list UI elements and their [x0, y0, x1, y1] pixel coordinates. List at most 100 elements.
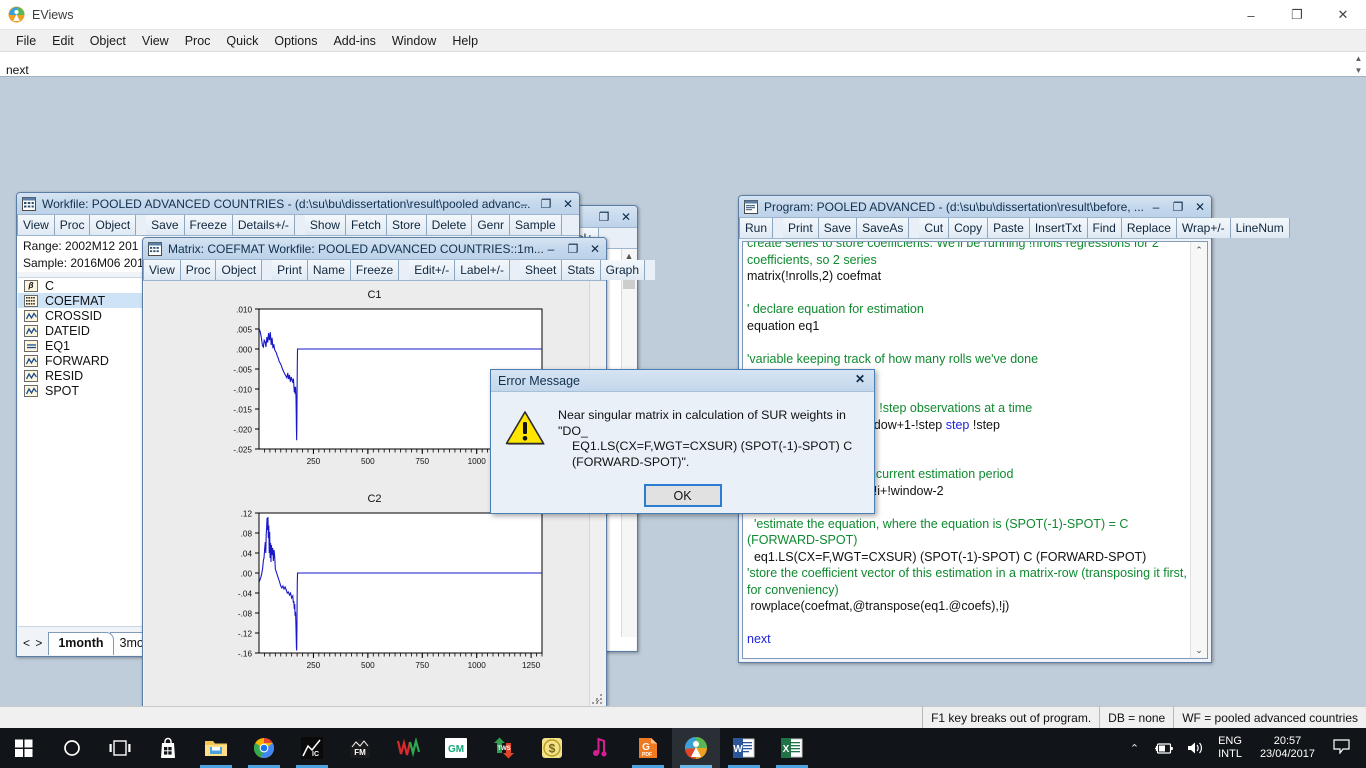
eviews-taskbar-button[interactable]	[672, 728, 720, 768]
matrix-label-button[interactable]: Label+/-	[455, 260, 510, 280]
file-explorer-button[interactable]	[192, 728, 240, 768]
program-minimize-button[interactable]: –	[1149, 196, 1163, 218]
program-scroll-down-icon[interactable]: ⌄	[1191, 642, 1207, 658]
matrix-object-button[interactable]: Object	[216, 260, 262, 280]
matrix-print-button[interactable]: Print	[272, 260, 308, 280]
program-save-button[interactable]: Save	[819, 218, 857, 238]
menu-quick[interactable]: Quick	[218, 32, 266, 50]
menu-help[interactable]: Help	[444, 32, 486, 50]
music-app-button[interactable]	[576, 728, 624, 768]
program-find-button[interactable]: Find	[1088, 218, 1122, 238]
microsoft-store-button[interactable]	[144, 728, 192, 768]
workfile-show-button[interactable]: Show	[305, 215, 346, 235]
workfile-maximize-button[interactable]: ❐	[539, 193, 553, 215]
menu-object[interactable]: Object	[82, 32, 134, 50]
program-replace-button[interactable]: Replace	[1122, 218, 1177, 238]
workfile-close-button[interactable]: ✕	[561, 193, 575, 215]
program-wrap-button[interactable]: Wrap+/-	[1177, 218, 1231, 238]
app-close-button[interactable]: ✕	[1320, 0, 1366, 30]
battery-charging-icon[interactable]	[1148, 742, 1180, 755]
matrix-resize-grip[interactable]	[592, 694, 604, 706]
workfile-object-button[interactable]: Object	[90, 215, 136, 235]
workfile-genr-button[interactable]: Genr	[472, 215, 510, 235]
workfile-delete-button[interactable]: Delete	[427, 215, 473, 235]
workfile-minimize-button[interactable]: –	[517, 193, 531, 215]
workfile-titlebar[interactable]: Workfile: POOLED ADVANCED COUNTRIES - (d…	[17, 193, 579, 215]
program-print-button[interactable]: Print	[783, 218, 819, 238]
speaker-icon[interactable]	[1180, 741, 1210, 755]
svg-text:-.005: -.005	[233, 365, 252, 374]
matrix-close-button[interactable]: ✕	[588, 238, 602, 260]
matrix-stats-button[interactable]: Stats	[562, 260, 600, 280]
workfile-fetch-button[interactable]: Fetch	[346, 215, 387, 235]
tws-app-button[interactable]: TWS	[480, 728, 528, 768]
program-titlebar[interactable]: Program: POOLED ADVANCED - (d:\su\bu\dis…	[739, 196, 1211, 218]
background-maximize-button[interactable]: ❐	[597, 206, 611, 228]
matrix-titlebar[interactable]: Matrix: COEFMAT Workfile: POOLED ADVANCE…	[143, 238, 606, 260]
fm-app-button[interactable]: FM	[336, 728, 384, 768]
matrix-edit-button[interactable]: Edit+/-	[409, 260, 455, 280]
program-maximize-button[interactable]: ❐	[1171, 196, 1185, 218]
g-pdf-app-button[interactable]: G PDF	[624, 728, 672, 768]
toolbar-separator-2	[295, 215, 305, 235]
workfile-save-button[interactable]: Save	[146, 215, 184, 235]
ok-button[interactable]: OK	[644, 484, 722, 507]
workfile-proc-button[interactable]: Proc	[55, 215, 91, 235]
matrix-maximize-button[interactable]: ❐	[566, 238, 580, 260]
google-chrome-button[interactable]	[240, 728, 288, 768]
language-indicator[interactable]: ENG INTL	[1210, 735, 1250, 761]
program-paste-button[interactable]: Paste	[988, 218, 1030, 238]
menu-addins[interactable]: Add-ins	[325, 32, 383, 50]
program-linenum-button[interactable]: LineNum	[1231, 218, 1290, 238]
workfile-freeze-button[interactable]: Freeze	[185, 215, 233, 235]
command-scroll-down-icon[interactable]: ▼	[1352, 65, 1365, 76]
menu-options[interactable]: Options	[266, 32, 325, 50]
task-view-button[interactable]	[96, 728, 144, 768]
chevron-up-icon[interactable]: ⌃	[1121, 742, 1148, 755]
command-scroll-up-icon[interactable]: ▲	[1352, 53, 1365, 64]
gm-app-button[interactable]: GM	[432, 728, 480, 768]
matrix-name-button[interactable]: Name	[308, 260, 351, 280]
matrix-window-controls: – ❐ ✕	[544, 238, 602, 260]
background-close-button[interactable]: ✕	[619, 206, 633, 228]
app-maximize-button[interactable]: ❐	[1274, 0, 1320, 30]
menu-view[interactable]: View	[134, 32, 177, 50]
tab-nav-arrows[interactable]: < >	[18, 636, 48, 655]
matrix-sheet-button[interactable]: Sheet	[520, 260, 562, 280]
red-arrows-app-button[interactable]	[384, 728, 432, 768]
program-cut-button[interactable]: Cut	[919, 218, 949, 238]
microsoft-word-button[interactable]: W	[720, 728, 768, 768]
workfile-sample-button[interactable]: Sample	[510, 215, 562, 235]
microsoft-excel-button[interactable]: X	[768, 728, 816, 768]
command-window[interactable]: next ▲ ▼	[0, 52, 1366, 77]
error-message-dialog[interactable]: Error Message ✕ Near singular matrix in …	[490, 369, 875, 514]
program-run-button[interactable]: Run	[739, 218, 773, 238]
workfile-tab-1month[interactable]: 1month	[48, 632, 113, 655]
program-vertical-scrollbar[interactable]: ⌃ ⌄	[1190, 242, 1207, 658]
menu-window[interactable]: Window	[384, 32, 444, 50]
program-close-button[interactable]: ✕	[1193, 196, 1207, 218]
workfile-store-button[interactable]: Store	[387, 215, 427, 235]
start-button[interactable]	[0, 728, 48, 768]
menu-file[interactable]: File	[8, 32, 44, 50]
matrix-proc-button[interactable]: Proc	[181, 260, 217, 280]
workfile-details-button[interactable]: Details+/-	[233, 215, 295, 235]
ic-app-button[interactable]: IC	[288, 728, 336, 768]
clock[interactable]: 20:57 23/04/2017	[1250, 735, 1325, 761]
error-dialog-close-button[interactable]: ✕	[855, 372, 865, 386]
menu-proc[interactable]: Proc	[177, 32, 219, 50]
program-saveas-button[interactable]: SaveAs	[857, 218, 909, 238]
cortana-search-button[interactable]	[48, 728, 96, 768]
matrix-freeze-button[interactable]: Freeze	[351, 260, 399, 280]
program-scroll-up-icon[interactable]: ⌃	[1191, 242, 1207, 258]
program-copy-button[interactable]: Copy	[949, 218, 988, 238]
matrix-minimize-button[interactable]: –	[544, 238, 558, 260]
program-inserttxt-button[interactable]: InsertTxt	[1030, 218, 1088, 238]
workfile-view-button[interactable]: View	[17, 215, 55, 235]
dollar-coin-app-button[interactable]: $	[528, 728, 576, 768]
app-minimize-button[interactable]: –	[1228, 0, 1274, 30]
matrix-view-button[interactable]: View	[143, 260, 181, 280]
matrix-graph-button[interactable]: Graph	[601, 260, 645, 280]
menu-edit[interactable]: Edit	[44, 32, 82, 50]
action-center-icon[interactable]	[1325, 739, 1362, 757]
